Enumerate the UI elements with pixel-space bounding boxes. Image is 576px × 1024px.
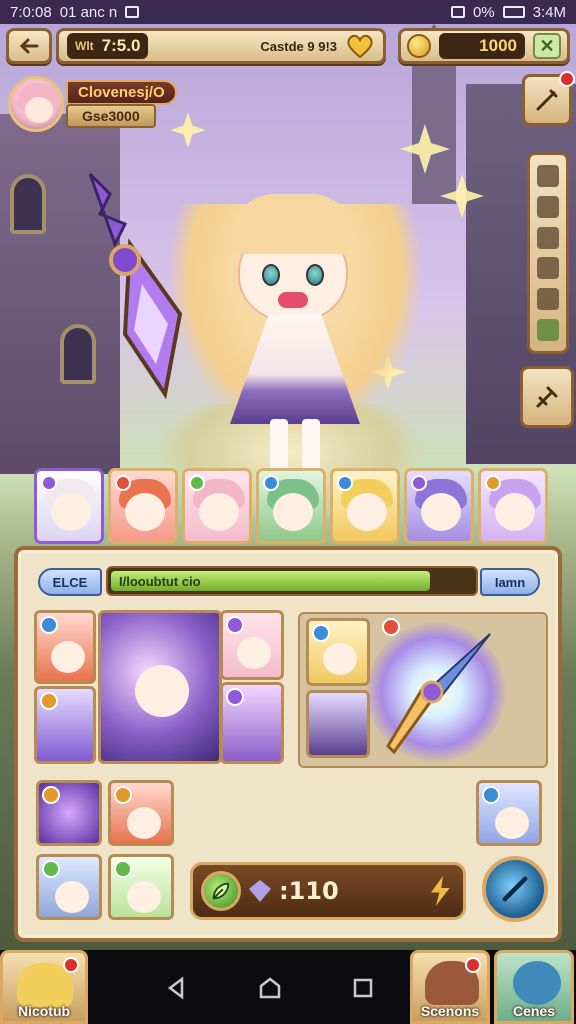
home-nav-icon[interactable] [257,975,283,1001]
window [10,174,46,234]
sword-icon [386,633,491,755]
nav-right-label: Cenes [512,1003,556,1019]
status-time: 7:0:08 [10,3,52,21]
nav-mid-label: Scenons [420,1003,480,1019]
close-button[interactable]: ✕ [533,33,561,59]
heart-icon[interactable] [345,33,375,59]
gem-icon [249,880,271,902]
stage-text: Castde 9 9!3 [260,38,337,54]
battery-percent: 0% [472,3,495,21]
action-value: :110 [279,877,339,905]
level-value: 7:5.0 [101,36,141,55]
roster-card[interactable] [182,468,252,544]
level-label: Wlt [75,39,94,53]
gold-value: 1000 [439,33,525,59]
featured-unit[interactable] [98,610,222,764]
roster-card[interactable] [256,468,326,544]
player-gold: Gse3000 [66,104,156,128]
player-name: Clovenesj/O [66,80,177,105]
roster-card[interactable] [108,468,178,544]
gold-bar: 1000 ✕ [398,28,570,64]
leaf-button[interactable] [201,871,241,911]
back-nav-icon[interactable] [164,975,190,1001]
unit-tile[interactable] [34,686,96,764]
status-carrier: 01 anc n [59,3,118,21]
unit-tile[interactable] [36,780,102,846]
recents-nav-icon[interactable] [350,975,376,1001]
player-info[interactable]: Clovenesj/O Gse3000 [8,76,188,132]
menu-item-icon[interactable] [537,165,559,188]
hero-bangs [230,194,356,254]
close-icon: ✕ [539,35,555,56]
hero-bow [278,292,308,308]
notification-badge [559,71,575,87]
wifi-icon [450,6,465,18]
roster-card[interactable] [34,468,104,544]
notification-badge [465,957,481,973]
menu-item-icon[interactable] [537,195,559,218]
avatar[interactable] [8,76,64,132]
bottom-nav: Nicotub Scenons Cenes [0,950,576,1024]
wand-icon [536,89,558,111]
action-bar: :110 [190,862,466,920]
unit-tile[interactable] [34,610,96,684]
wand-button[interactable] [522,71,575,126]
status-bar: 7:0:08 01 anc n 0% 3:4M [0,0,576,24]
roster-card[interactable] [330,468,400,544]
element-fire-icon [382,618,400,636]
coin-icon [407,34,431,58]
menu-item-icon[interactable] [537,226,559,249]
nav-right[interactable]: Cenes [494,950,574,1024]
unit-tile[interactable] [36,854,102,920]
magic-staff-icon [88,172,183,400]
sword-icon [536,386,558,408]
menu-item-icon[interactable] [537,318,559,341]
progress-bar: I/looubtut cio [106,566,478,596]
battery-icon [502,6,525,18]
unit-tile[interactable] [476,780,542,846]
unit-tile[interactable] [108,854,174,920]
arrow-left-icon [19,38,39,54]
progress-fill: I/looubtut cio [111,571,430,591]
back-button[interactable] [6,28,52,64]
tab-right[interactable]: Iamn [480,568,540,596]
nav-left[interactable]: Nicotub [0,950,88,1024]
lightning-icon[interactable] [431,876,450,906]
status-clock: 3:4M [532,3,566,21]
side-menu [527,152,569,354]
compass-button[interactable] [482,856,548,922]
nav-mid[interactable]: Scenons [410,950,490,1024]
level-bar: Wlt 7:5.0 Castde 9 9!3 [56,28,386,64]
notification-badge [63,957,79,973]
character-roster [34,468,548,544]
hero-eye [262,264,280,286]
unit-tile[interactable] [108,780,174,846]
hero-eye [306,264,324,286]
nav-left-label: Nicotub [17,1003,71,1019]
skill-button[interactable] [520,366,574,428]
unit-tile[interactable] [306,690,370,758]
unit-tile[interactable] [306,618,370,686]
roster-card[interactable] [478,468,548,544]
menu-item-icon[interactable] [537,257,559,280]
level-pill: Wlt 7:5.0 [67,33,149,59]
leaf-icon [212,882,230,900]
notification-icon [125,6,140,18]
compass-icon [502,876,528,902]
main-panel: ELCE I/looubtut cio Iamn:110 [14,546,562,942]
weapon-showcase[interactable] [298,612,548,768]
roster-card[interactable] [404,468,474,544]
top-bar: Wlt 7:5.0 Castde 9 9!3 1000 ✕ [6,28,570,68]
tab-left[interactable]: ELCE [38,568,102,596]
unit-tile[interactable] [220,682,284,764]
unit-tile[interactable] [220,610,284,680]
system-nav [130,972,410,1004]
menu-item-icon[interactable] [537,287,559,310]
